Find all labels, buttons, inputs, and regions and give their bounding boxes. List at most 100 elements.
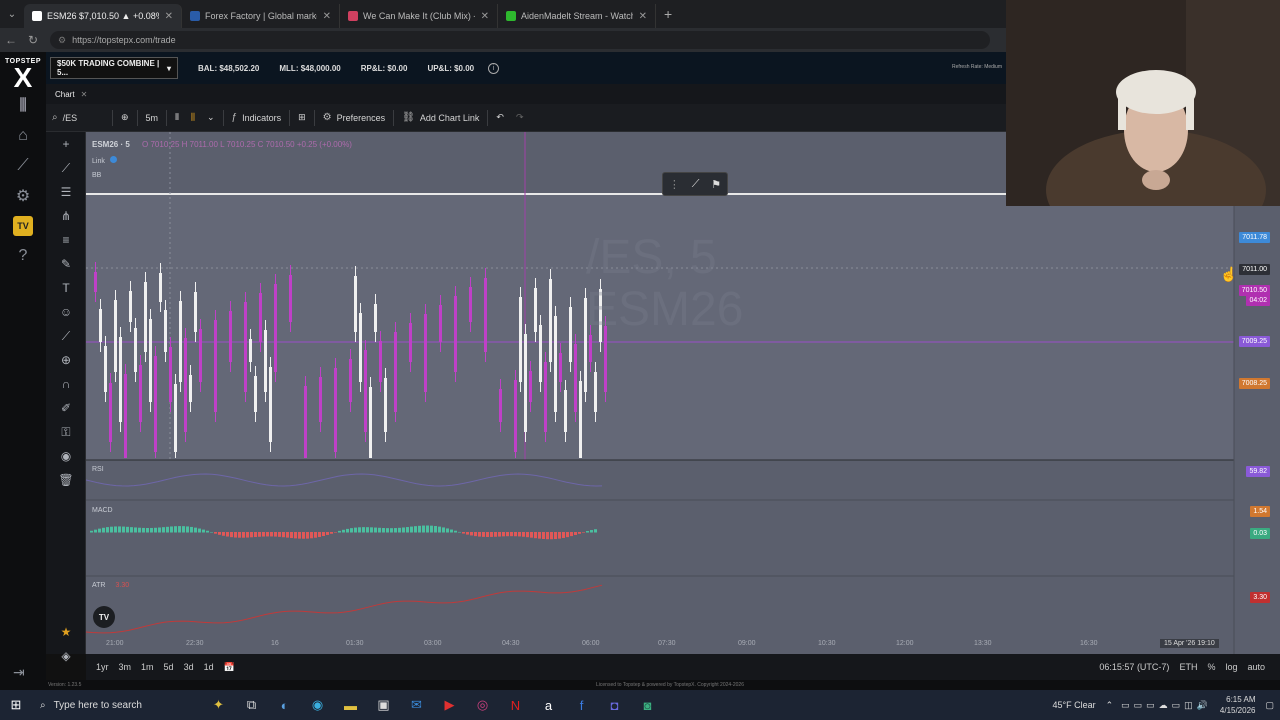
edge-icon[interactable]: ◉ [301,690,334,720]
stats-chart-icon[interactable]: ⟋ [0,151,46,181]
back-arrow-icon[interactable]: ← [0,33,22,47]
layers-icon[interactable]: ◈ [46,644,86,668]
browser-tab-forexfactory[interactable]: Forex Factory | Global markets for ✕ [182,4,340,28]
flag-tool-icon[interactable]: ⚑ [711,178,721,191]
floating-draw-toolbar[interactable]: ⋮ ⟋ ⚑ [662,172,728,196]
tray-icons[interactable]: ▭▭▭☁▭◫🔊 [1121,700,1212,711]
tab-menu-chevron-icon[interactable]: ⌄ [0,0,24,28]
settings-gear-icon[interactable]: ⚙ [0,181,46,211]
close-tab-icon[interactable]: ✕ [165,11,173,22]
interval-button[interactable]: 5m [140,108,165,128]
refresh-rate[interactable]: Refresh Rate: Medium [952,64,1002,70]
range-3m[interactable]: 3m [119,662,132,672]
pencil-lock-icon[interactable]: ✐ [46,396,86,420]
notifications-icon[interactable]: ▢ [1265,700,1274,711]
help-icon[interactable]: ? [0,241,46,271]
indicators-button[interactable]: ƒ Indicators [226,108,288,128]
browser-tab-stream[interactable]: AidenMadelt Stream - Watch Live ✕ [498,4,656,28]
drag-handle-icon[interactable]: ⋮ [669,178,680,191]
store-icon[interactable]: ▣ [367,690,400,720]
range-1d[interactable]: 1d [204,662,214,672]
bar-type-icon[interactable]: ⫴ [169,108,185,128]
layout-grid-icon[interactable]: ⊞ [292,108,312,128]
undo-icon[interactable]: ↶ [490,108,510,128]
copilot-icon[interactable]: ✦ [202,690,235,720]
auto-toggle[interactable]: auto [1247,662,1265,672]
app-icon[interactable]: ◘ [598,690,631,720]
fib-retracement-icon[interactable]: ≡ [46,228,86,252]
close-tab-icon[interactable]: ✕ [323,11,331,22]
symbol-search[interactable]: ⌕ /ES [46,108,110,128]
log-toggle[interactable]: log [1225,662,1237,672]
new-tab-plus-icon[interactable]: + [664,6,672,22]
account-selector[interactable]: $50K TRADING COMBINE | 5... ▾ [50,57,178,79]
range-1yr[interactable]: 1yr [96,662,109,672]
weather-widget[interactable]: 45°F Clear [1052,700,1095,710]
atr-legend[interactable]: ATR 3.30 [92,582,129,589]
compare-plus-icon[interactable]: ⊕ [115,108,135,128]
redo-icon[interactable]: ↷ [510,108,530,128]
emoji-icon[interactable]: ☺ [46,300,86,324]
candle-style-icon[interactable]: ⫼ [185,108,201,128]
amazon-icon[interactable]: a [532,690,565,720]
close-icon[interactable]: ✕ [81,90,88,99]
instagram-icon[interactable]: ◎ [466,690,499,720]
discord-icon[interactable]: ◙ [631,690,664,720]
range-3d[interactable]: 3d [184,662,194,672]
taskbar-clock[interactable]: 6:15 AM 4/15/2026 [1220,694,1256,716]
line-tool-icon[interactable]: ⟋ [692,178,700,191]
logout-icon[interactable]: ⇥ [13,664,25,681]
info-icon[interactable]: i [488,62,500,74]
preferences-button[interactable]: ⚙ Preferences [317,108,392,128]
url-field[interactable]: ⚙ https://topstepx.com/trade [50,31,990,49]
task-view-icon[interactable]: ⧉ [235,690,268,720]
tab-chart[interactable]: Chart ✕ [55,90,87,99]
browser-tab-music[interactable]: We Can Make It (Club Mix) - ✕ [340,4,498,28]
favorite-star-icon[interactable]: ★ [46,620,86,644]
chart-canvas[interactable]: ESM26 · 5 O 7010.25 H 7011.00 L 7010.25 … [86,132,1280,654]
youtube-icon[interactable]: ▶ [433,690,466,720]
brush-icon[interactable]: ✎ [46,252,86,276]
add-chart-link-button[interactable]: ⛓ Add Chart Link [396,108,485,128]
facebook-icon[interactable]: f [565,690,598,720]
trend-line-icon[interactable]: ⟋ [46,156,86,180]
text-icon[interactable]: T [46,276,86,300]
chevron-down-icon[interactable]: ⌄ [201,108,221,128]
dashboard-icon[interactable]: ⌂ [0,121,46,151]
mail-icon[interactable]: ✉ [400,690,433,720]
trash-icon[interactable]: 🗑 [46,468,86,492]
ruler-icon[interactable]: ⟋ [46,324,86,348]
taskbar-search[interactable]: ⌕ Type here to search [32,690,202,720]
pitchfork-icon[interactable]: ⋔ [46,204,86,228]
netflix-icon[interactable]: N [499,690,532,720]
tradingview-logo[interactable]: TV [93,606,115,628]
macd-label[interactable]: MACD [92,507,113,514]
percent-toggle[interactable]: % [1207,662,1215,672]
tv-live-icon[interactable]: TV [0,211,46,241]
site-info-icon[interactable]: ⚙ [58,35,66,46]
session-toggle[interactable]: ETH [1179,662,1197,672]
browser-tab-topstep[interactable]: ESM26 $7,010.50 ▲ +0.08% ✕ [24,4,182,28]
calendar-icon[interactable]: 📅 [224,662,235,673]
magnet-icon[interactable]: ∩ [46,372,86,396]
close-tab-icon[interactable]: ✕ [639,11,647,22]
horizontal-lines-icon[interactable]: ☰ [46,180,86,204]
crosshair-icon[interactable]: + [46,132,86,156]
trade-candles-icon[interactable]: ⫼ [0,91,46,121]
link-legend[interactable]: Link [92,156,117,165]
rsi-label[interactable]: RSI [92,466,104,473]
bb-legend[interactable]: BB [92,172,101,179]
windows-start-icon[interactable]: ⊞ [0,697,32,713]
topstep-logo[interactable]: TOPSTEP X [0,52,46,92]
tray-chevron-icon[interactable]: ⌃ [1106,700,1114,711]
zoom-in-icon[interactable]: ⊕ [46,348,86,372]
range-1m[interactable]: 1m [141,662,154,672]
lock-icon[interactable]: ⚿ [46,420,86,444]
copilot-app-icon[interactable]: ◐ [268,690,301,720]
eye-icon[interactable]: ◉ [46,444,86,468]
range-5d[interactable]: 5d [164,662,174,672]
chart-clock[interactable]: 06:15:57 (UTC-7) [1099,662,1169,672]
close-tab-icon[interactable]: ✕ [481,11,489,22]
price-chart[interactable] [86,132,1280,654]
reload-icon[interactable]: ↻ [22,33,44,47]
